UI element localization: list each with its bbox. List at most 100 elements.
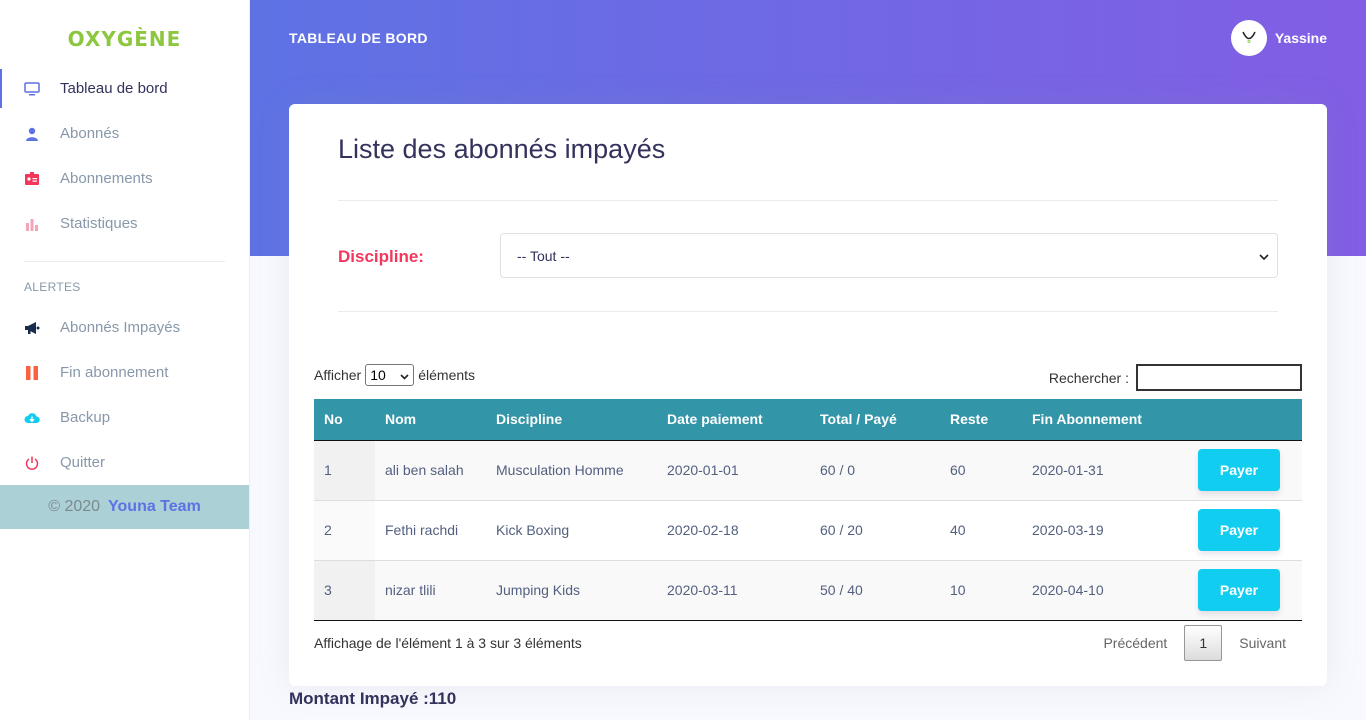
cell-fin-abonnement: 2020-01-31 bbox=[1032, 462, 1104, 478]
page-length-value: 10 bbox=[370, 367, 386, 383]
cloud-download-icon bbox=[24, 410, 40, 426]
alerts-heading: ALERTES bbox=[24, 280, 81, 294]
cell-action: Payer bbox=[1188, 440, 1302, 500]
page-title[interactable]: TABLEAU DE BORD bbox=[289, 30, 428, 46]
alerts-nav: Abonnés Impayés Fin abonnement Backup Qu… bbox=[0, 305, 249, 485]
pay-button[interactable]: Payer bbox=[1198, 449, 1280, 491]
cell-date-paiement: 2020-01-01 bbox=[667, 462, 739, 478]
cell-total-paye: 60 / 0 bbox=[820, 462, 856, 478]
svg-text:o: o bbox=[1247, 39, 1251, 45]
cell-no: 3 bbox=[314, 560, 375, 620]
column-header-no[interactable]: No bbox=[314, 399, 375, 441]
cell-nom: Fethi rachdi bbox=[385, 522, 459, 538]
sidebar-item-label: Abonnements bbox=[60, 170, 153, 187]
monitor-icon bbox=[24, 81, 40, 97]
pay-button[interactable]: Payer bbox=[1198, 509, 1280, 551]
page-length-control: Afficher 10 éléments bbox=[314, 364, 475, 386]
column-header-nom[interactable]: Nom bbox=[375, 399, 486, 441]
logo[interactable]: OXYGÈNE bbox=[0, 0, 249, 66]
chevron-down-icon bbox=[1259, 248, 1269, 264]
page-length-select[interactable]: 10 bbox=[365, 364, 415, 386]
sidebar: OXYGÈNE Tableau de bord Abonnés Abonneme… bbox=[0, 0, 250, 720]
cell-action: Payer bbox=[1188, 560, 1302, 620]
cell-date-paiement: 2020-03-11 bbox=[667, 582, 738, 598]
sidebar-item-label: Backup bbox=[60, 409, 111, 426]
megaphone-icon bbox=[24, 320, 40, 336]
copyright-year: © 2020 bbox=[48, 498, 101, 515]
cell-reste: 60 bbox=[950, 462, 966, 478]
column-header-date-paiement[interactable]: Date paiement bbox=[657, 399, 810, 441]
column-header-fin-abonnement[interactable]: Fin Abonnement bbox=[1022, 399, 1188, 441]
sidebar-divider bbox=[24, 261, 225, 262]
main-nav: Tableau de bord Abonnés Abonnements Stat… bbox=[0, 66, 249, 246]
cell-no: 1 bbox=[314, 440, 375, 500]
column-header-total-paye[interactable]: Total / Payé bbox=[810, 399, 940, 441]
sidebar-item-statistiques[interactable]: Statistiques bbox=[0, 201, 249, 246]
column-header-discipline[interactable]: Discipline bbox=[486, 399, 657, 441]
bar-chart-icon bbox=[24, 216, 40, 232]
card-title: Liste des abonnés impayés bbox=[338, 134, 666, 164]
sidebar-item-label: Tableau de bord bbox=[60, 80, 168, 97]
discipline-select[interactable]: -- Tout -- bbox=[500, 233, 1278, 278]
cell-discipline: Kick Boxing bbox=[496, 522, 570, 538]
cell-discipline: Jumping Kids bbox=[496, 582, 581, 598]
unpaid-members-table: No Nom Discipline Date paiement Total / … bbox=[314, 399, 1302, 621]
user-icon bbox=[24, 126, 40, 142]
divider bbox=[338, 200, 1278, 201]
search-label: Rechercher : bbox=[1048, 369, 1129, 386]
cell-reste: 40 bbox=[950, 522, 966, 538]
sidebar-item-label: Abonnés Impayés bbox=[60, 319, 181, 336]
table-row: 2 Fethi rachdi Kick Boxing 2020-02-18 60… bbox=[314, 500, 1302, 560]
sidebar-item-abonnes[interactable]: Abonnés bbox=[0, 111, 249, 156]
column-header-action bbox=[1188, 399, 1302, 441]
discipline-select-value: -- Tout -- bbox=[517, 247, 570, 264]
table-header-row: No Nom Discipline Date paiement Total / … bbox=[314, 399, 1302, 441]
id-card-icon bbox=[24, 171, 40, 187]
table-search: Rechercher : bbox=[1049, 364, 1302, 391]
cell-total-paye: 50 / 40 bbox=[820, 582, 863, 598]
team-link[interactable]: Youna Team bbox=[108, 498, 201, 516]
cell-no: 2 bbox=[314, 500, 375, 560]
pagination-previous[interactable]: Précédent bbox=[1087, 635, 1183, 651]
sidebar-item-label: Fin abonnement bbox=[60, 364, 169, 381]
cell-reste: 10 bbox=[950, 582, 966, 598]
unpaid-members-card: Liste des abonnés impayés Discipline: --… bbox=[289, 104, 1327, 686]
cell-total-paye: 60 / 20 bbox=[820, 522, 863, 538]
search-input[interactable] bbox=[1136, 364, 1302, 391]
avatar: o bbox=[1230, 20, 1267, 56]
cell-action: Payer bbox=[1188, 500, 1302, 560]
pagination-page-1[interactable]: 1 bbox=[1184, 625, 1223, 661]
show-prefix: Afficher bbox=[314, 367, 362, 383]
cell-nom: ali ben salah bbox=[385, 462, 464, 478]
total-unpaid-amount: Montant Impayé :110 bbox=[289, 689, 457, 708]
sidebar-item-label: Abonnés bbox=[60, 125, 120, 142]
sidebar-item-abonnements[interactable]: Abonnements bbox=[0, 156, 249, 201]
cell-fin-abonnement: 2020-04-10 bbox=[1032, 582, 1104, 598]
user-name: Yassine bbox=[1274, 30, 1327, 46]
pagination-next[interactable]: Suivant bbox=[1223, 635, 1302, 651]
cell-discipline: Musculation Homme bbox=[496, 462, 624, 478]
sidebar-item-quitter[interactable]: Quitter bbox=[0, 440, 249, 485]
power-icon bbox=[24, 455, 40, 471]
sidebar-item-fin-abonnement[interactable]: Fin abonnement bbox=[0, 350, 249, 395]
sidebar-item-tableau-de-bord[interactable]: Tableau de bord bbox=[0, 66, 249, 111]
sidebar-copyright: © 2020 Youna Team bbox=[0, 485, 249, 529]
brand-logo-text: OXYGÈNE bbox=[67, 27, 182, 51]
cell-nom: nizar tlili bbox=[385, 582, 436, 598]
sidebar-item-label: Quitter bbox=[60, 454, 106, 471]
chevron-down-icon bbox=[400, 367, 409, 383]
cell-date-paiement: 2020-02-18 bbox=[667, 522, 739, 538]
table-info: Affichage de l'élément 1 à 3 sur 3 éléme… bbox=[314, 635, 582, 651]
pay-button[interactable]: Payer bbox=[1198, 569, 1280, 611]
divider bbox=[338, 311, 1278, 312]
user-menu[interactable]: o Yassine bbox=[1230, 20, 1327, 56]
sidebar-item-backup[interactable]: Backup bbox=[0, 395, 249, 440]
column-header-reste[interactable]: Reste bbox=[940, 399, 1022, 441]
sidebar-item-label: Statistiques bbox=[60, 215, 138, 232]
sidebar-item-abonnes-impayes[interactable]: Abonnés Impayés bbox=[0, 305, 249, 350]
cell-fin-abonnement: 2020-03-19 bbox=[1032, 522, 1104, 538]
pause-icon bbox=[24, 365, 40, 381]
pagination: Précédent 1 Suivant bbox=[1087, 625, 1302, 661]
table-row: 3 nizar tlili Jumping Kids 2020-03-11 50… bbox=[314, 560, 1302, 620]
show-suffix: éléments bbox=[418, 367, 476, 383]
